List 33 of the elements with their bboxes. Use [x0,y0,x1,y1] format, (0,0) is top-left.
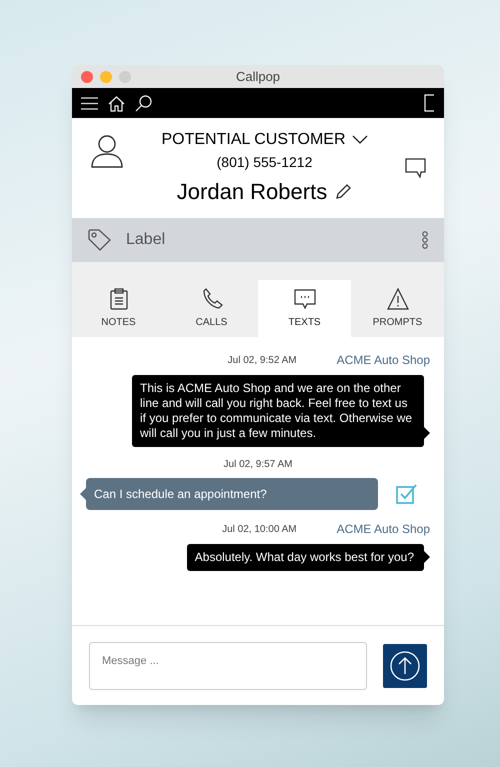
pencil-icon[interactable] [335,183,352,200]
clipboard-icon [108,287,130,311]
bubble-tail [424,427,430,439]
chat-bubble-icon [294,287,316,311]
chat-bubble-icon[interactable] [405,158,426,178]
outgoing-message: This is ACME Auto Shop and we are on the other line and will call you right back. Feel free to text us if you prefer to communicate via text. Otherwise we will call you in just a few minutes. [132,375,424,447]
warning-icon [386,287,408,311]
contact-status[interactable]: POTENTIAL CUSTOMER [161,128,346,152]
phone-outline-icon[interactable] [424,94,435,112]
checked-checkbox-icon[interactable] [396,484,418,504]
more-options-icon[interactable] [422,231,428,249]
message-time: Jul 02, 10:00 AM [222,522,297,536]
tab[interactable]: TEXTS [258,280,351,337]
message-time: Jul 02, 9:57 AM [224,458,292,472]
chevron-down-icon[interactable] [352,135,368,145]
contact-phone: (801) 555-1212 [216,153,312,172]
person-icon [90,134,124,168]
label-text[interactable]: Label [126,228,166,252]
contact-name: Jordan Roberts [176,178,328,206]
incoming-message: Can I schedule an appointment? [86,478,378,510]
home-icon[interactable] [108,94,125,112]
outgoing-message: Absolutely. What day works best for you? [186,544,424,571]
bubble-tail [424,551,430,563]
send-button[interactable] [383,644,427,688]
sender-name: ACME Auto Shop [336,521,430,538]
message-field[interactable]: Message ... [89,642,367,690]
menu-icon[interactable] [81,96,98,110]
tag-icon [88,229,112,251]
phone-icon [200,287,222,311]
sender-name: ACME Auto Shop [336,352,430,369]
message-time: Jul 02, 9:52 AM [228,354,297,368]
window-title: Callpop [236,68,280,86]
search-icon[interactable] [135,94,152,112]
